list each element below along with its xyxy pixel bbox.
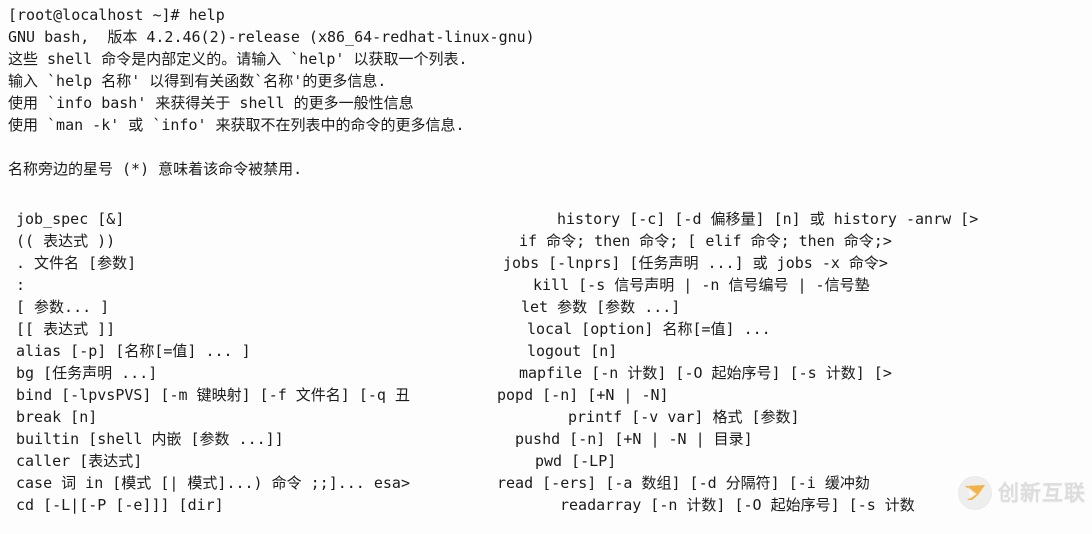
builtin-entry-right: printf [-v var] 格式 [参数] [568, 408, 800, 426]
terminal-prompt-line: [root@localhost ~]# help [8, 6, 225, 24]
builtin-entry-left: [ 参数... ] [16, 298, 110, 316]
help-intro-line-2: 输入 `help 名称' 以得到有关函数`名称'的更多信息. [8, 72, 387, 90]
builtin-entry-left: case 词 in [模式 [| 模式]...) 命令 ;;]... esa> [16, 474, 410, 492]
help-intro-line-4: 使用 `man -k' 或 `info' 来获取不在列表中的命令的更多信息. [8, 116, 465, 134]
builtin-entry-left: alias [-p] [名称[=值] ... ] [16, 342, 251, 360]
builtin-entry-left: : [16, 276, 26, 294]
watermark-text: 创新互联 [998, 481, 1086, 505]
builtin-entry-left: . 文件名 [参数] [16, 254, 137, 272]
builtin-entry-right: let 参数 [参数 ...] [521, 298, 681, 316]
builtin-entry-right: local [option] 名称[=值] ... [527, 320, 771, 338]
builtin-entry-left: bg [任务声明 ...] [16, 364, 158, 382]
builtin-entry-left: break [n] [16, 408, 98, 426]
builtin-entry-left: bind [-lpvsPVS] [-m 键映射] [-f 文件名] [-q 丑 [16, 386, 410, 404]
builtin-entry-right: pwd [-LP] [535, 452, 617, 470]
terminal-window: [root@localhost ~]# help GNU bash, 版本 4.… [0, 0, 1092, 534]
builtin-entry-right: kill [-s 信号声明 | -n 信号编号 | -信号墊 [533, 276, 870, 294]
builtin-entry-right: if 命令; then 命令; [ elif 命令; then 命令;> [519, 232, 892, 250]
bash-version-line: GNU bash, 版本 4.2.46(2)-release (x86_64-r… [8, 28, 535, 46]
builtin-entry-right: pushd [-n] [+N | -N | 目录] [515, 430, 753, 448]
builtin-entry-right: logout [n] [527, 342, 618, 360]
help-intro-line-3: 使用 `info bash' 来获得关于 shell 的更多一般性信息 [8, 94, 414, 112]
builtin-entry-right: jobs [-lnprs] [任务声明 ...] 或 jobs -x 命令> [503, 254, 888, 272]
builtin-entry-left: job_spec [&] [16, 210, 125, 228]
watermark-logo-icon [958, 476, 992, 510]
builtin-entry-left: cd [-L|[-P [-e]]] [dir] [16, 496, 224, 514]
builtin-entry-right: history [-c] [-d 偏移量] [n] 或 history -anr… [557, 210, 979, 228]
builtin-entry-left: [[ 表达式 ]] [16, 320, 116, 338]
builtin-entry-right: popd [-n] [+N | -N] [497, 386, 669, 404]
help-intro-line-1: 这些 shell 命令是内部定义的。请输入 `help' 以获取一个列表. [8, 50, 468, 68]
builtin-entry-left: builtin [shell 内嵌 [参数 ...]] [16, 430, 284, 448]
builtin-entry-right: readarray [-n 计数] [-O 起始序号] [-s 计数 [560, 496, 915, 514]
watermark: 创新互联 [958, 476, 1086, 510]
builtin-entry-right: read [-ers] [-a 数组] [-d 分隔符] [-i 缓冲劾 [497, 474, 870, 492]
builtin-entry-left: caller [表达式] [16, 452, 143, 470]
disabled-command-note: 名称旁边的星号 (*) 意味着该命令被禁用. [8, 160, 303, 178]
builtin-entry-left: (( 表达式 )) [16, 232, 116, 250]
builtin-entry-right: mapfile [-n 计数] [-O 起始序号] [-s 计数] [> [519, 364, 892, 382]
